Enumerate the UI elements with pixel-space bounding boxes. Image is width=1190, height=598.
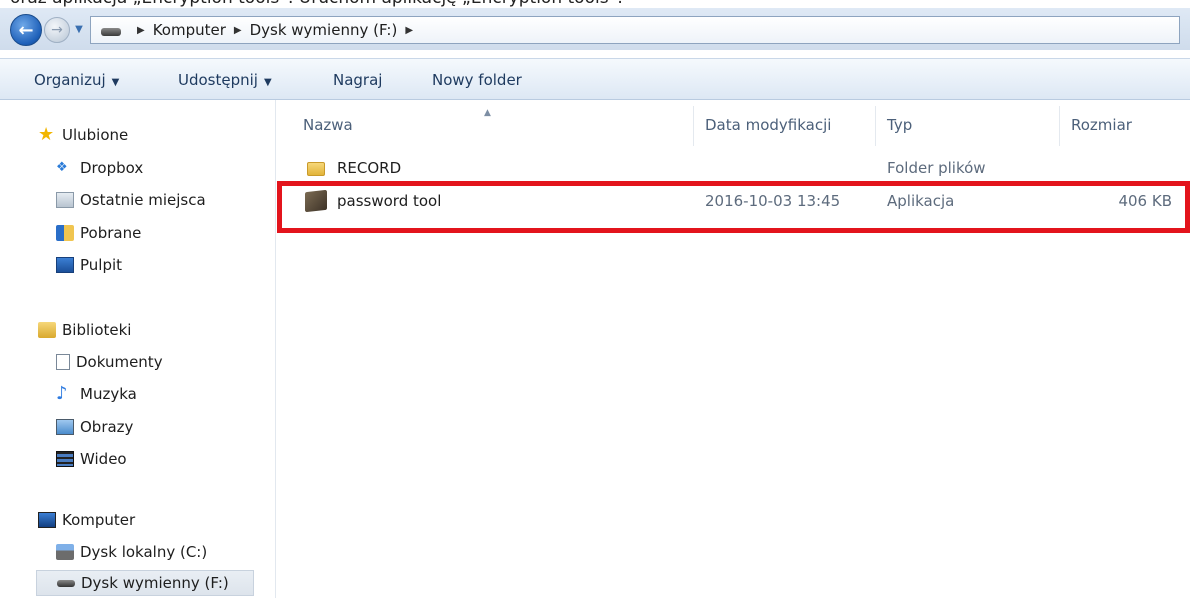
nav-local-disk-c[interactable]: Dysk lokalny (C:) bbox=[56, 539, 207, 565]
organize-button[interactable]: Organizuj ▼ bbox=[34, 71, 119, 89]
nav-local-disk-c-label: Dysk lokalny (C:) bbox=[80, 543, 208, 561]
column-header-date[interactable]: Data modyfikacji bbox=[705, 100, 875, 150]
nav-downloads-label: Pobrane bbox=[80, 224, 142, 242]
nav-libraries-label: Biblioteki bbox=[62, 321, 132, 339]
recent-pages-dropdown[interactable]: ▼ bbox=[72, 22, 86, 36]
chevron-down-icon: ▼ bbox=[75, 23, 83, 35]
file-name: RECORD bbox=[337, 159, 402, 177]
desktop-icon bbox=[56, 257, 74, 273]
column-header-name[interactable]: Nazwa bbox=[303, 100, 693, 150]
column-header-type[interactable]: Typ bbox=[887, 100, 1057, 150]
cropped-caption: oraz aplikacja „Encryption tools”. Uruch… bbox=[0, 0, 1190, 8]
nav-favorites-label: Ulubione bbox=[62, 126, 129, 144]
address-box[interactable]: ▶ Komputer ▶ Dysk wymienny (F:) ▶ bbox=[90, 16, 1180, 44]
back-button[interactable]: ← bbox=[10, 14, 42, 46]
caption-text: oraz aplikacja „Encryption tools”. Uruch… bbox=[10, 0, 623, 8]
nav-dropbox-label: Dropbox bbox=[80, 159, 144, 177]
nav-favorites[interactable]: ★ Ulubione bbox=[38, 122, 128, 148]
nav-documents-label: Dokumenty bbox=[76, 353, 163, 371]
chevron-down-icon: ▼ bbox=[111, 77, 120, 88]
nav-libraries[interactable]: Biblioteki bbox=[38, 317, 131, 343]
pictures-icon bbox=[56, 419, 74, 435]
nav-pictures[interactable]: Obrazy bbox=[56, 414, 133, 440]
file-type: Folder plików bbox=[887, 159, 986, 177]
nav-desktop-label: Pulpit bbox=[80, 256, 123, 274]
forward-button[interactable]: → bbox=[44, 17, 70, 43]
local-disk-icon bbox=[56, 544, 74, 560]
music-note-icon: ♪ bbox=[56, 383, 68, 404]
breadcrumb-computer[interactable]: Komputer bbox=[153, 21, 226, 39]
nav-music[interactable]: ♪ Muzyka bbox=[56, 381, 137, 407]
nav-recent-places-label: Ostatnie miejsca bbox=[80, 191, 206, 209]
share-label: Udostępnij bbox=[178, 71, 258, 89]
film-icon bbox=[56, 451, 74, 467]
nav-desktop[interactable]: Pulpit bbox=[56, 252, 122, 278]
nav-music-label: Muzyka bbox=[80, 385, 137, 403]
libraries-icon bbox=[38, 322, 56, 338]
new-folder-button[interactable]: Nowy folder bbox=[432, 71, 522, 89]
dropbox-icon: ❖ bbox=[56, 160, 68, 175]
column-divider[interactable] bbox=[875, 106, 876, 146]
column-type-label: Typ bbox=[887, 116, 913, 134]
share-button[interactable]: Udostępnij ▼ bbox=[178, 71, 272, 89]
column-header-size[interactable]: Rozmiar bbox=[1071, 100, 1181, 150]
arrow-right-icon: → bbox=[51, 22, 63, 38]
nav-documents[interactable]: Dokumenty bbox=[56, 349, 163, 375]
nav-removable-drive-f-label: Dysk wymienny (F:) bbox=[81, 574, 229, 592]
arrow-left-icon: ← bbox=[18, 19, 34, 41]
breadcrumb-separator-icon[interactable]: ▶ bbox=[234, 25, 242, 36]
nav-recent-places[interactable]: Ostatnie miejsca bbox=[56, 187, 206, 213]
nav-downloads[interactable]: Pobrane bbox=[56, 220, 141, 246]
breadcrumb-separator-icon[interactable]: ▶ bbox=[137, 25, 145, 36]
column-date-label: Data modyfikacji bbox=[705, 116, 832, 134]
downloads-folder-icon bbox=[56, 225, 74, 241]
removable-drive-icon bbox=[101, 28, 121, 36]
column-name-label: Nazwa bbox=[303, 116, 353, 134]
nav-videos[interactable]: Wideo bbox=[56, 446, 127, 472]
removable-drive-icon bbox=[57, 579, 75, 587]
folder-icon bbox=[307, 162, 325, 180]
nav-computer[interactable]: Komputer bbox=[38, 507, 135, 533]
burn-button[interactable]: Nagraj bbox=[333, 71, 382, 89]
address-bar-area: ← → ▼ ▶ Komputer ▶ Dysk wymienny (F:) ▶ bbox=[0, 8, 1190, 50]
new-folder-label: Nowy folder bbox=[432, 71, 522, 89]
breadcrumb-separator-icon[interactable]: ▶ bbox=[405, 25, 413, 36]
file-list: ▲ Nazwa Data modyfikacji Typ Rozmiar REC… bbox=[277, 100, 1190, 598]
star-icon: ★ bbox=[38, 124, 55, 145]
nav-computer-label: Komputer bbox=[62, 511, 136, 529]
column-divider[interactable] bbox=[1059, 106, 1060, 146]
organize-label: Organizuj bbox=[34, 71, 106, 89]
documents-icon bbox=[56, 354, 70, 370]
burn-label: Nagraj bbox=[333, 71, 383, 89]
column-size-label: Rozmiar bbox=[1071, 116, 1132, 134]
navigation-pane: ★ Ulubione ❖ Dropbox Ostatnie miejsca Po… bbox=[0, 100, 276, 598]
column-divider[interactable] bbox=[693, 106, 694, 146]
computer-icon bbox=[38, 512, 56, 528]
chevron-down-icon: ▼ bbox=[263, 77, 272, 88]
breadcrumb-removable-drive[interactable]: Dysk wymienny (F:) bbox=[250, 21, 398, 39]
recent-places-icon bbox=[56, 192, 74, 208]
highlight-annotation bbox=[277, 181, 1190, 233]
nav-videos-label: Wideo bbox=[80, 450, 127, 468]
command-toolbar: Organizuj ▼ Udostępnij ▼ Nagraj Nowy folde… bbox=[0, 58, 1190, 100]
nav-dropbox[interactable]: ❖ Dropbox bbox=[56, 155, 143, 181]
nav-removable-drive-f[interactable]: Dysk wymienny (F:) bbox=[36, 570, 254, 596]
nav-pictures-label: Obrazy bbox=[80, 418, 134, 436]
